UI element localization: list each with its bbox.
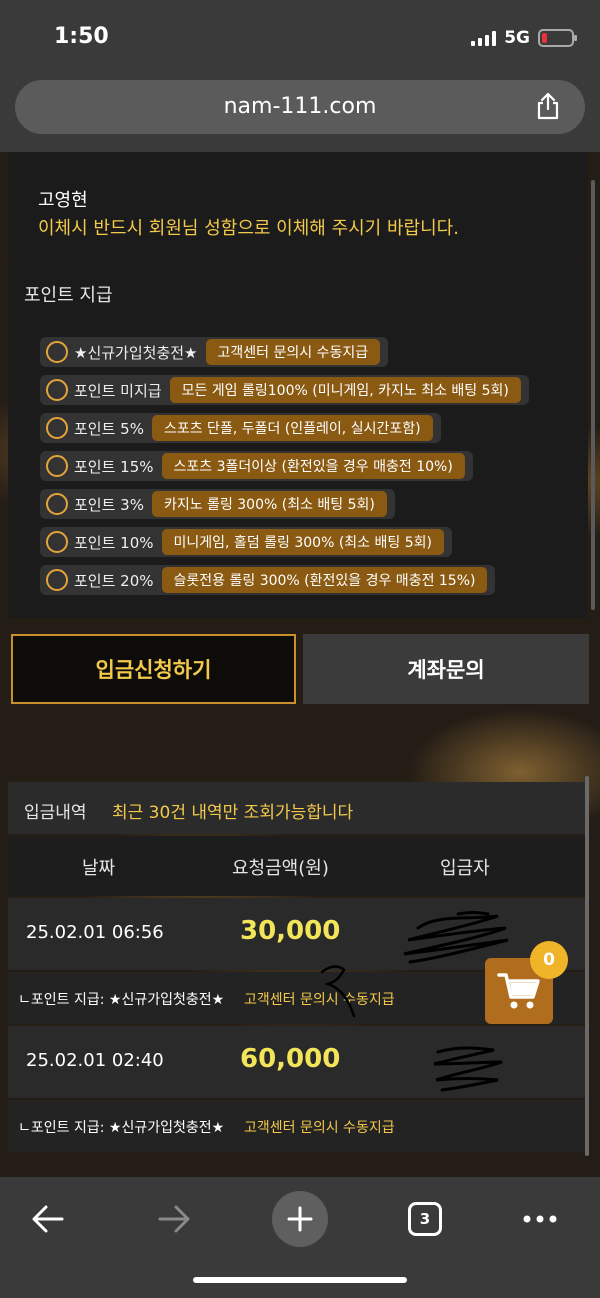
status-bar: 1:50 5G <box>0 0 600 72</box>
back-arrow-icon <box>32 1205 64 1233</box>
point-option-label: 포인트 3% <box>74 495 144 514</box>
row-point-label: ㄴ포인트 지급: ★신규가입첫충전★ <box>18 992 225 1008</box>
address-bar[interactable]: nam-111.com <box>15 80 585 134</box>
table-header: 날짜 요청금액(원) 입금자 <box>8 836 588 896</box>
history-title: 입금내역 <box>24 803 87 823</box>
plus-icon <box>287 1206 313 1232</box>
column-header-date: 날짜 <box>82 858 116 879</box>
point-option-desc: 모든 게임 롤링100% (미니게임, 카지노 최소 배팅 5회) <box>169 377 521 403</box>
account-panel: 고영현 이체시 반드시 회원님 성함으로 이체해 주시기 바랍니다. <box>8 152 588 260</box>
point-option-desc: 고객센터 문의시 수동지급 <box>205 339 381 365</box>
cart-count-badge: 0 <box>530 941 568 979</box>
forward-arrow-icon <box>158 1205 190 1233</box>
transfer-notice: 이체시 반드시 회원님 성함으로 이체해 주시기 바랍니다. <box>38 218 459 239</box>
point-option[interactable]: 포인트 20% 슬롯전용 롤링 300% (환전있을 경우 매충전 15%) <box>40 565 496 595</box>
row-date: 25.02.01 02:40 <box>26 1050 164 1071</box>
radio-icon[interactable] <box>46 531 68 553</box>
point-option-desc: 슬롯전용 롤링 300% (환전있을 경우 매충전 15%) <box>161 567 488 593</box>
row-amount: 30,000 <box>240 916 341 946</box>
point-option[interactable]: 포인트 15% 스포츠 3폴더이상 (환전있을 경우 매충전 10%) <box>40 451 473 481</box>
point-option-label: 포인트 15% <box>74 457 154 476</box>
url-text: nam-111.com <box>223 94 377 119</box>
point-option-desc: 미니게임, 홀덤 롤링 300% (최소 배팅 5회) <box>161 529 444 555</box>
point-option-desc: 카지노 롤링 300% (최소 배팅 5회) <box>151 491 387 517</box>
point-option[interactable]: 포인트 3% 카지노 롤링 300% (최소 배팅 5회) <box>40 489 395 519</box>
radio-icon[interactable] <box>46 455 68 477</box>
radio-icon[interactable] <box>46 569 68 591</box>
column-header-amount: 요청금액(원) <box>232 858 329 879</box>
redacted-depositor-scribble <box>433 1046 503 1092</box>
account-holder-name: 고영현 <box>38 190 88 211</box>
tabs-button[interactable]: 3 <box>397 1191 453 1247</box>
account-inquiry-button[interactable]: 계좌문의 <box>303 634 589 704</box>
home-indicator[interactable] <box>193 1277 407 1283</box>
share-icon[interactable] <box>533 91 563 121</box>
tab-count: 3 <box>408 1202 442 1236</box>
row-point-desc: 고객센터 문의시 수동지급 <box>244 1120 395 1136</box>
row-point-label: ㄴ포인트 지급: ★신규가입첫충전★ <box>18 1120 225 1136</box>
radio-icon[interactable] <box>46 417 68 439</box>
point-option-label: 포인트 20% <box>74 571 154 590</box>
scrollbar[interactable] <box>585 776 589 1156</box>
row-point-info: ㄴ포인트 지급: ★신규가입첫충전★ 고객센터 문의시 수동지급 <box>8 1100 588 1152</box>
point-option-desc: 스포츠 3폴더이상 (환전있을 경우 매충전 10%) <box>161 453 465 479</box>
point-option[interactable]: 포인트 미지급 모든 게임 롤링100% (미니게임, 카지노 최소 배팅 5회… <box>40 375 529 405</box>
scrollbar[interactable] <box>591 180 595 610</box>
point-option-desc: 스포츠 단폴, 두폴더 (인플레이, 실시간포함) <box>151 415 433 441</box>
radio-icon[interactable] <box>46 341 68 363</box>
battery-icon <box>538 29 577 47</box>
row-date: 25.02.01 06:56 <box>26 922 164 943</box>
radio-icon[interactable] <box>46 379 68 401</box>
signal-icon <box>471 30 497 46</box>
history-header: 입금내역 최근 30건 내역만 조회가능합니다 <box>8 782 588 834</box>
more-icon <box>523 1215 557 1223</box>
forward-button[interactable] <box>146 1191 202 1247</box>
point-option-label: ★신규가입첫충전★ <box>74 343 198 362</box>
row-amount: 60,000 <box>240 1044 341 1074</box>
history-note: 최근 30건 내역만 조회가능합니다 <box>112 803 354 823</box>
deposit-request-button[interactable]: 입금신청하기 <box>11 634 296 704</box>
column-header-depositor: 입금자 <box>440 858 490 879</box>
status-indicators: 5G <box>471 28 577 48</box>
address-bar-area: nam-111.com <box>0 72 600 152</box>
point-option[interactable]: 포인트 5% 스포츠 단폴, 두폴더 (인플레이, 실시간포함) <box>40 413 441 443</box>
point-option[interactable]: 포인트 10% 미니게임, 홀덤 롤링 300% (최소 배팅 5회) <box>40 527 452 557</box>
point-option-label: 포인트 5% <box>74 419 144 438</box>
new-tab-button[interactable] <box>272 1191 328 1247</box>
point-option-label: 포인트 10% <box>74 533 154 552</box>
network-label: 5G <box>504 28 530 48</box>
scribble-mark <box>320 965 356 1018</box>
point-option-label: 포인트 미지급 <box>74 381 162 400</box>
back-button[interactable] <box>20 1191 76 1247</box>
redacted-depositor-scribble <box>403 911 509 964</box>
cart-icon <box>497 973 540 1009</box>
table-row: 25.02.01 02:40 60,000 <box>8 1026 588 1098</box>
status-time: 1:50 <box>54 24 109 49</box>
point-panel: 포인트 지급 ★신규가입첫충전★ 고객센터 문의시 수동지급 포인트 미지급 모… <box>8 261 588 618</box>
radio-icon[interactable] <box>46 493 68 515</box>
more-menu-button[interactable] <box>512 1191 568 1247</box>
point-option[interactable]: ★신규가입첫충전★ 고객센터 문의시 수동지급 <box>40 337 389 367</box>
point-section-title: 포인트 지급 <box>24 285 113 306</box>
